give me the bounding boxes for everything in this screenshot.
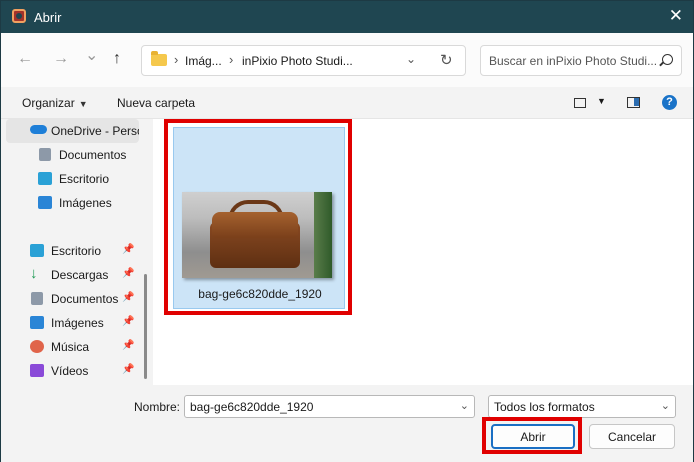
file-name-value: bag-ge6c820dde_1920 xyxy=(190,400,314,414)
address-bar[interactable]: › Imág... › inPixio Photo Studi... ⌄ ↻ xyxy=(141,45,466,76)
sidebar-item-label: Descargas xyxy=(51,268,109,282)
cancel-button[interactable]: Cancelar xyxy=(589,424,675,449)
sidebar-item-escritorio-quick[interactable]: Escritorio 📌 xyxy=(1,239,139,263)
onedrive-cloud-icon xyxy=(30,125,47,134)
breadcrumb-item[interactable]: inPixio Photo Studi... xyxy=(242,54,353,68)
pin-icon: 📌 xyxy=(122,244,135,255)
sidebar-item-label: Documentos xyxy=(59,148,127,162)
close-icon[interactable]: ✕ xyxy=(669,7,683,24)
search-icon[interactable] xyxy=(662,54,673,65)
new-folder-button[interactable]: Nueva carpeta xyxy=(117,96,195,110)
file-type-value: Todos los formatos xyxy=(494,400,595,414)
organize-button[interactable]: Organizar ▼ xyxy=(22,96,88,110)
sidebar-item-label: Escritorio xyxy=(51,244,102,258)
file-name-input[interactable]: bag-ge6c820dde_1920 ⌄ xyxy=(184,395,475,418)
file-type-select[interactable]: Todos los formatos ⌄ xyxy=(488,395,676,418)
pin-icon: 📌 xyxy=(122,340,135,351)
sidebar-item-documentos-quick[interactable]: Documentos 📌 xyxy=(1,287,139,311)
pin-icon: 📌 xyxy=(122,316,135,327)
chevron-down-icon[interactable]: ⌄ xyxy=(661,399,670,412)
sidebar-item-videos[interactable]: Vídeos 📌 xyxy=(1,359,139,383)
sidebar-item-label: Vídeos xyxy=(51,364,89,378)
sidebar-item-label: Música xyxy=(51,340,90,354)
preview-pane-icon[interactable] xyxy=(627,97,640,108)
navigation-bar: ← → ⌄ ↑ › Imág... › inPixio Photo Studi.… xyxy=(1,33,693,87)
view-mode-icon[interactable] xyxy=(574,98,586,108)
forward-arrow-icon[interactable]: → xyxy=(53,51,69,67)
sidebar-item-descargas[interactable]: ↓ Descargas 📌 xyxy=(1,263,139,287)
address-dropdown-chevron-icon[interactable]: ⌄ xyxy=(406,52,416,66)
navigation-pane: OneDrive - Perso Documentos Escritorio I… xyxy=(1,119,151,385)
sidebar-item-label: Escritorio xyxy=(59,172,110,186)
search-placeholder: Buscar en inPixio Photo Studi... xyxy=(489,54,658,68)
sidebar-item-label: Documentos xyxy=(51,292,119,306)
search-input[interactable]: Buscar en inPixio Photo Studi... xyxy=(480,45,682,76)
refresh-icon[interactable]: ↻ xyxy=(440,51,453,69)
sidebar-item-musica[interactable]: Música 📌 xyxy=(1,335,139,359)
app-logo-icon xyxy=(12,9,26,23)
window-title: Abrir xyxy=(34,10,62,25)
sidebar-item-imagenes-quick[interactable]: Imágenes 📌 xyxy=(1,311,139,335)
file-name-field-label: Nombre: xyxy=(134,400,181,414)
command-toolbar: Organizar ▼ Nueva carpeta ▼ ? xyxy=(1,87,693,119)
sidebar-item-documentos[interactable]: Documentos xyxy=(1,143,139,167)
title-bar: Abrir ✕ xyxy=(1,1,693,33)
pin-icon: 📌 xyxy=(122,292,135,303)
sidebar-item-imagenes[interactable]: Imágenes xyxy=(1,191,139,215)
sidebar-item-onedrive[interactable]: OneDrive - Perso xyxy=(6,119,139,143)
sidebar-item-label: Imágenes xyxy=(51,316,104,330)
annotation-highlight-file xyxy=(164,119,352,315)
recent-locations-chevron-icon[interactable]: ⌄ xyxy=(85,48,98,64)
breadcrumb-item[interactable]: Imág... xyxy=(185,54,222,68)
open-file-dialog: Abrir ✕ ← → ⌄ ↑ › Imág... › inPixio Phot… xyxy=(0,0,694,462)
dialog-footer: Nombre: bag-ge6c820dde_1920 ⌄ Todos los … xyxy=(1,385,693,462)
pictures-icon xyxy=(38,196,52,209)
sidebar-item-label: Imágenes xyxy=(59,196,112,210)
organize-label: Organizar xyxy=(22,96,75,110)
downloads-icon: ↓ xyxy=(30,265,38,282)
documents-icon xyxy=(39,148,51,161)
view-mode-dropdown-icon[interactable]: ▼ xyxy=(597,96,606,106)
desktop-icon xyxy=(30,244,44,257)
pin-icon: 📌 xyxy=(122,268,135,279)
pin-icon: 📌 xyxy=(122,364,135,375)
back-arrow-icon[interactable]: ← xyxy=(17,51,33,67)
videos-icon xyxy=(30,364,44,377)
pictures-icon xyxy=(30,316,44,329)
sidebar-item-label: OneDrive - Perso xyxy=(51,124,139,138)
chevron-down-icon[interactable]: ⌄ xyxy=(460,399,469,412)
folder-icon xyxy=(151,51,167,66)
sidebar-item-escritorio[interactable]: Escritorio xyxy=(1,167,139,191)
music-icon xyxy=(30,340,44,353)
help-icon[interactable]: ? xyxy=(662,95,677,110)
up-arrow-icon[interactable]: ↑ xyxy=(113,51,121,67)
desktop-icon xyxy=(38,172,52,185)
documents-icon xyxy=(31,292,43,305)
organize-dropdown-icon: ▼ xyxy=(78,99,88,109)
breadcrumb-separator-icon: › xyxy=(174,52,179,67)
annotation-highlight-open-button xyxy=(482,417,582,454)
breadcrumb-separator-icon: › xyxy=(229,52,234,67)
sidebar-scrollbar[interactable] xyxy=(144,274,147,379)
